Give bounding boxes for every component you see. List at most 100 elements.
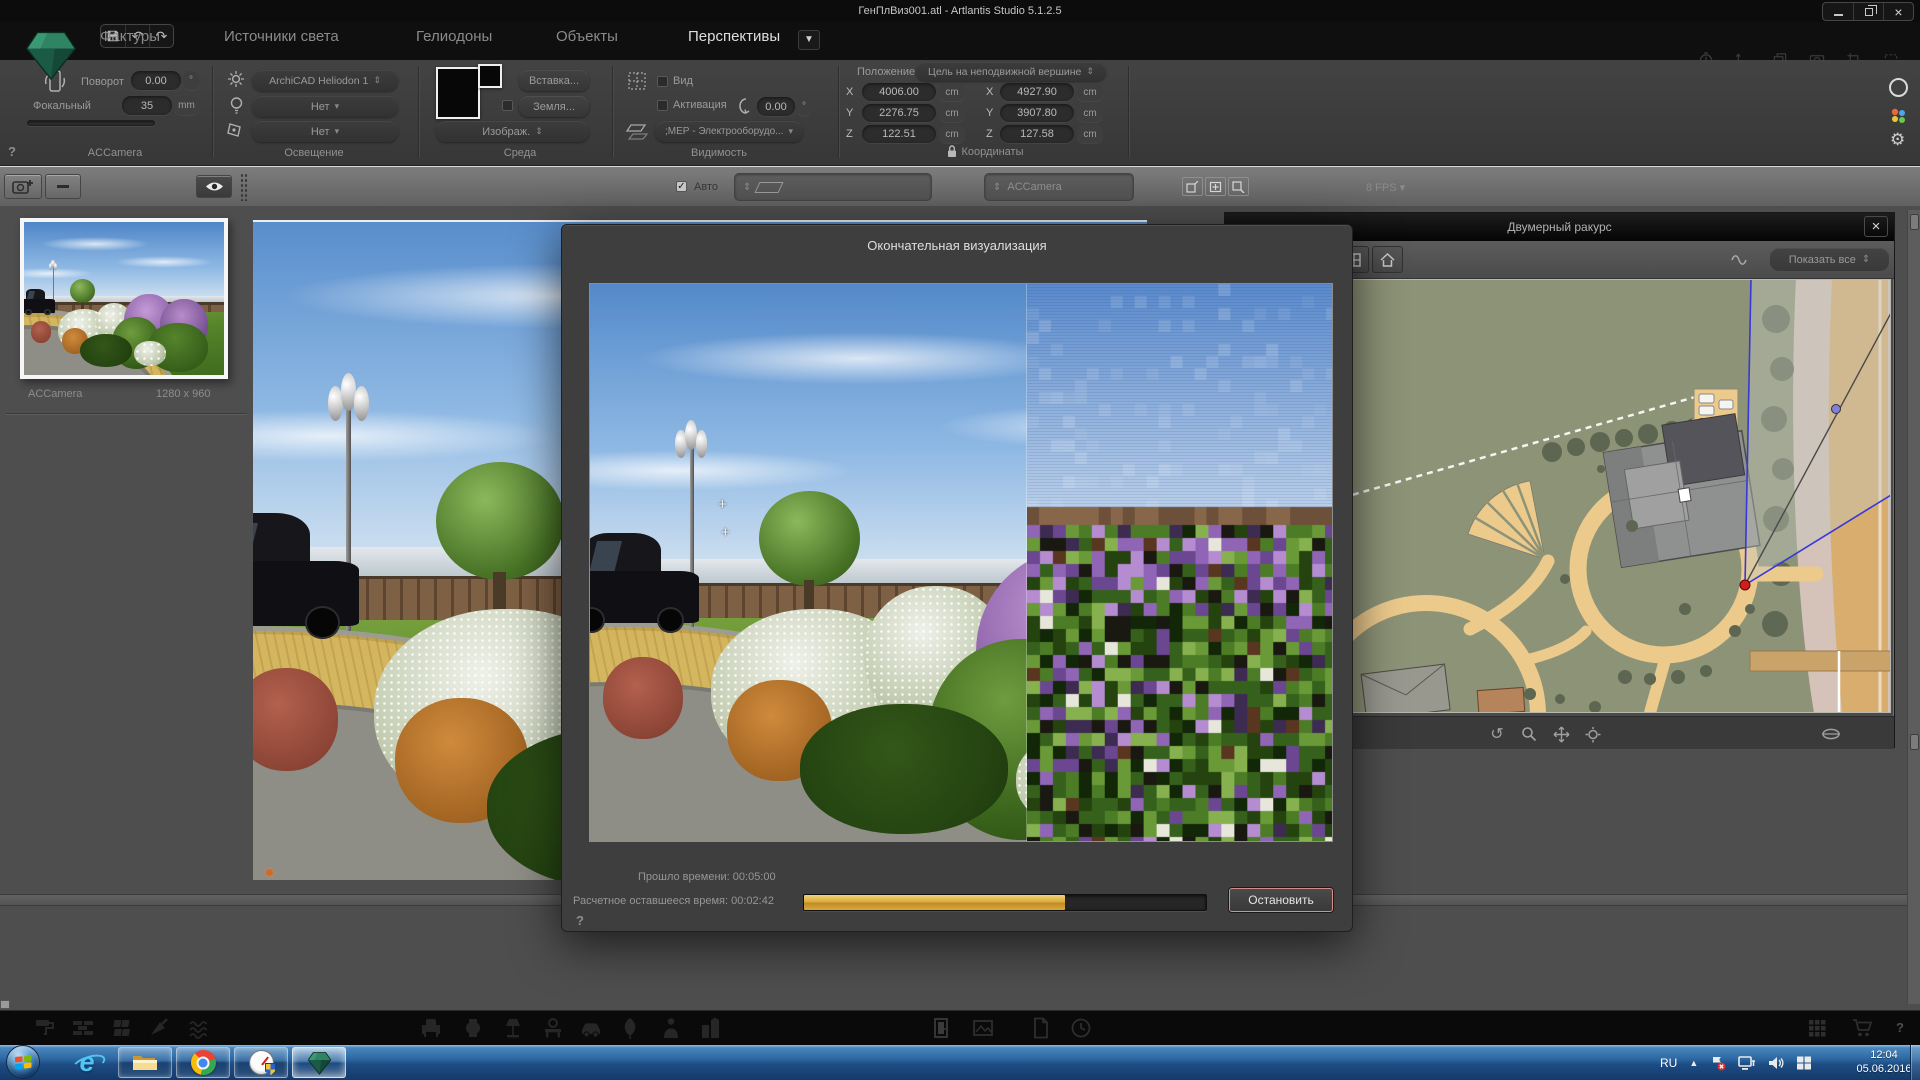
view-filter-select[interactable]: ⇕ [734,173,932,201]
activation-checkbox[interactable] [657,100,668,111]
camera-z-field[interactable]: 122.51 [862,125,936,143]
stop-render-button[interactable]: Остановить [1229,888,1333,912]
trowel-icon[interactable] [148,1017,170,1039]
buildings-icon[interactable] [700,1017,722,1039]
pavement-icon[interactable] [110,1017,132,1039]
gear-icon[interactable]: ⚙ [1890,130,1905,149]
activation-angle-field[interactable]: 0.00 [757,97,795,116]
undo-view-button[interactable]: ↺ [1487,724,1507,744]
window-link-button[interactable] [1228,177,1249,196]
target-y-field[interactable]: 3907.80 [1000,104,1074,122]
zoom-button[interactable] [1519,724,1539,744]
neon-select[interactable]: Нет▾ [252,121,398,142]
shaders-paint-roller-icon[interactable] [34,1017,56,1039]
action-center-flag-icon[interactable] [1710,1055,1726,1071]
rotation-field[interactable]: 0.00 [131,71,181,90]
door-icon[interactable] [930,1017,952,1039]
camera-y-field[interactable]: 2276.75 [862,104,936,122]
background-color-swatch[interactable] [436,67,480,119]
palette-icon[interactable] [1886,104,1910,128]
shop-cart-icon[interactable] [1852,1017,1874,1039]
wave-path-icon[interactable] [1730,253,1748,267]
menu-item-heliodons[interactable]: Гелиодоны [416,28,492,45]
catalog-grid-icon[interactable] [1806,1017,1828,1039]
start-button[interactable] [6,1045,40,1079]
view-checkbox[interactable] [657,76,668,87]
camera-select[interactable]: ⇕ ACCamera [984,173,1134,201]
artlantis-taskbar-button[interactable] [292,1047,346,1078]
vase-icon[interactable] [462,1017,484,1039]
visibility-eye-button[interactable] [196,175,232,198]
insert-button[interactable]: Вставка... [519,70,589,91]
pan-button[interactable] [1551,724,1571,744]
network-icon[interactable] [1738,1055,1756,1071]
camera-preview-thumbnail[interactable] [20,218,228,379]
lamp-icon[interactable] [502,1017,524,1039]
menu-item-lights[interactable]: Источники света [224,28,339,45]
auto-checkbox[interactable]: ✓ [676,181,687,192]
rotation-unit[interactable]: ° [183,71,199,90]
dialog-help-icon[interactable]: ? [576,913,584,928]
window-center-button[interactable] [1205,177,1226,196]
render-sphere-icon[interactable] [1889,78,1908,97]
foreground-color-swatch[interactable] [478,64,502,88]
remove-camera-button[interactable] [45,174,81,199]
internet-explorer-button[interactable]: e [66,1048,108,1077]
vehicle-icon[interactable] [580,1017,602,1039]
get-windows10-icon[interactable] [1796,1055,1812,1071]
camera-position-marker[interactable] [1740,580,1750,590]
section-plane-button[interactable] [1821,724,1841,744]
catalog-help-icon[interactable]: ? [1896,1020,1904,1035]
perspectives-dropdown-button[interactable]: ▼ [798,30,820,50]
zoom-pan-button[interactable] [1583,724,1603,744]
chrome-button[interactable] [176,1047,230,1078]
menu-item-perspectives[interactable]: Перспективы [688,28,780,45]
ground-checkbox[interactable] [502,100,513,111]
lights-select[interactable]: Нет▾ [252,96,398,117]
language-indicator[interactable]: RU [1660,1056,1677,1070]
person-icon[interactable] [660,1017,682,1039]
heliodon-select[interactable]: ArchiCAD Heliodon 1⇕ [252,70,398,91]
target-x-field[interactable]: 4927.90 [1000,83,1074,101]
camera-x-field[interactable]: 4006.00 [862,83,936,101]
minimize-button[interactable] [1823,3,1853,20]
2d-panel-close-button[interactable]: × [1864,216,1888,237]
brick-wall-icon[interactable] [72,1017,94,1039]
image-select[interactable]: Изображ.⇕ [436,121,589,142]
armchair-icon[interactable] [420,1017,442,1039]
focal-unit[interactable]: mm [174,96,199,115]
picture-icon[interactable] [972,1017,994,1039]
layer-select[interactable]: ;МЕР - Электрооборудо...▾ [655,121,803,142]
angle-unit[interactable]: ° [797,97,811,116]
camera-target-marker[interactable] [1832,405,1841,414]
show-all-select[interactable]: Показать все⇕ [1770,248,1889,271]
focal-slider[interactable] [27,120,155,126]
file-explorer-button[interactable] [118,1047,172,1078]
water-waves-icon[interactable] [188,1017,210,1039]
clock-icon[interactable] [1070,1017,1092,1039]
elevation-view-button[interactable] [1372,246,1403,273]
restore-button[interactable] [1853,3,1883,20]
fps-indicator[interactable]: 8 FPS ▾ [1366,181,1405,194]
drag-handle[interactable] [240,173,249,201]
menu-item-shaders[interactable]: Фактуры [100,28,160,45]
close-button[interactable]: × [1883,3,1913,20]
scrollbar-thumb[interactable] [1910,734,1919,750]
position-mode-select[interactable]: Цель на неподвижной вершине⇕ [916,62,1106,81]
tray-expand-icon[interactable]: ▲ [1689,1058,1698,1068]
taskbar-clock[interactable]: 12:04 05.06.2016 [1856,1048,1912,1076]
menu-item-objects[interactable]: Объекты [556,28,618,45]
window-export-button[interactable] [1182,177,1203,196]
scrollbar-thumb[interactable] [1910,214,1919,230]
add-camera-button[interactable] [4,174,42,199]
show-desktop-button[interactable] [1910,1045,1920,1080]
volume-icon[interactable] [1768,1055,1784,1071]
ground-button[interactable]: Земля... [519,96,589,117]
vanity-table-icon[interactable] [542,1017,564,1039]
focal-field[interactable]: 35 [122,96,172,115]
utility-app-button[interactable] [234,1047,288,1078]
help-icon[interactable]: ? [8,144,16,159]
target-z-field[interactable]: 127.58 [1000,125,1074,143]
vertical-scrollbar[interactable] [1907,210,1920,1004]
document-icon[interactable] [1030,1017,1052,1039]
